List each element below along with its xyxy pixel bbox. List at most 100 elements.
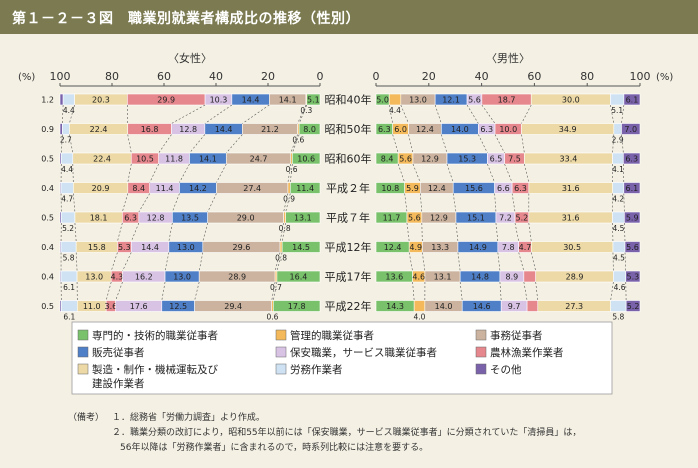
female-value-label: 10.3	[210, 96, 228, 105]
female-connector	[172, 193, 180, 213]
female-value-label: 13.0	[177, 243, 195, 252]
male-value-label: 5.3	[627, 273, 640, 282]
female-value-label: 11.4	[156, 184, 174, 193]
male-connector	[528, 222, 532, 242]
female-tick-label: 0	[317, 70, 324, 83]
female-value-label: 13.1	[294, 214, 312, 223]
category-label: 昭和60年	[325, 152, 372, 166]
male-value-label: 6.1	[626, 184, 639, 193]
female-value-label: 6.1	[63, 283, 75, 292]
male-connector	[518, 252, 525, 272]
female-value-label: 4.3	[110, 273, 123, 282]
female-connector	[189, 134, 206, 154]
female-value-label: 16.2	[135, 273, 153, 282]
female-axis-unit: (%)	[18, 72, 35, 83]
chart: 〈女性〉 〈男性〉 (%) (%) 100 80 60 40 20 0 0 20 40 60 80 100 昭和…	[18, 51, 673, 395]
male-tick-label: 100	[630, 70, 651, 83]
male-bar-agriculture	[523, 270, 536, 283]
category-label: 平成２年	[326, 181, 370, 195]
female-connector	[74, 222, 77, 242]
male-value-label: 13.6	[385, 273, 403, 282]
male-value-label: 4.2	[612, 195, 624, 204]
female-value-label: 29.9	[157, 96, 175, 105]
legend-swatch-professional	[77, 329, 89, 341]
female-value-label: 22.4	[90, 125, 108, 134]
female-value-label: 4.7	[61, 195, 73, 204]
male-connector	[514, 222, 520, 242]
male-value-label: 10.0	[499, 125, 517, 134]
male-value-label: 15.3	[458, 155, 476, 164]
female-connector	[110, 252, 118, 272]
female-value-label: 14.4	[242, 96, 260, 105]
female-bar-labor	[61, 211, 76, 224]
male-connector	[455, 222, 459, 242]
male-connector	[535, 281, 539, 301]
female-tick-label: 20	[261, 70, 275, 83]
female-connector	[130, 222, 140, 242]
female-bar-managerial	[287, 182, 291, 194]
male-connector	[408, 134, 414, 154]
female-value-label: 0.5	[41, 302, 54, 311]
legend-label-service: 保安職業，サービス職業従事者	[290, 346, 437, 359]
female-value-label: 14.4	[215, 125, 233, 134]
legend-swatch-labor	[275, 363, 287, 375]
female-value-label: 1.2	[41, 96, 54, 105]
male-value-label: 6.3	[514, 184, 527, 193]
male-value-label: 4.6	[614, 283, 626, 292]
male-connector	[441, 134, 448, 154]
male-value-label: 5.8	[612, 313, 624, 322]
female-value-label: 0.4	[41, 243, 54, 252]
male-bar-labor	[613, 123, 622, 135]
female-connector	[105, 281, 112, 301]
female-bar-labor	[61, 300, 78, 312]
female-connector	[127, 134, 132, 154]
male-bar-labor	[610, 93, 625, 106]
male-value-label: 6.6	[497, 184, 510, 193]
male-value-label: 5.2	[516, 214, 529, 223]
male-tick-label: 60	[527, 70, 541, 83]
male-bar-managerial	[413, 300, 426, 312]
female-value-label: 0.4	[41, 184, 54, 193]
female-connector	[202, 222, 208, 242]
female-value-label: 22.4	[93, 155, 111, 164]
male-value-label: 15.6	[465, 184, 483, 193]
female-connector	[158, 134, 172, 154]
male-value-label: 4.6	[412, 273, 425, 282]
male-value-label: 12.4	[416, 125, 434, 134]
male-connector	[624, 252, 627, 272]
female-value-label: 15.8	[88, 243, 106, 252]
female-connector	[164, 252, 170, 272]
female-connector	[138, 193, 150, 213]
male-value-label: 4.5	[613, 254, 625, 263]
legend-swatch-managerial	[275, 329, 287, 341]
male-tick-label: 20	[422, 70, 436, 83]
male-connector	[466, 104, 479, 124]
male-tick-label: 40	[475, 70, 489, 83]
female-tick-label: 80	[105, 70, 119, 83]
male-connector	[422, 252, 426, 272]
female-value-label: 12.8	[179, 125, 197, 134]
male-connector	[481, 104, 496, 124]
note-line-2: ２．職業分類の改訂により，昭和55年以前には「保安職業，サービス職業従事者」に分…	[112, 428, 582, 438]
male-value-label: 5.6	[408, 214, 421, 223]
female-value-label: 24.7	[250, 155, 268, 164]
male-connector	[412, 281, 415, 301]
male-connector	[494, 134, 505, 154]
male-value-label: 5.9	[626, 214, 639, 223]
female-value-label: 5.2	[62, 224, 74, 233]
male-value-label: 6.0	[394, 125, 407, 134]
legend-label-production: 建設作業者	[92, 377, 145, 390]
male-bar-agriculture	[526, 300, 539, 312]
male-connector	[499, 281, 502, 301]
male-value-label: 27.3	[565, 302, 583, 311]
male-value-label: 12.4	[428, 184, 446, 193]
male-value-label: 8.4	[381, 155, 394, 164]
female-value-label: 13.5	[181, 214, 199, 223]
male-connector	[397, 163, 405, 183]
legend-swatch-clerical	[475, 329, 487, 341]
male-connector	[478, 134, 488, 154]
male-value-label: 6.1	[626, 96, 639, 105]
male-value-label: 30.5	[563, 243, 581, 252]
male-value-label: 12.1	[442, 96, 460, 105]
male-connector	[495, 222, 499, 242]
